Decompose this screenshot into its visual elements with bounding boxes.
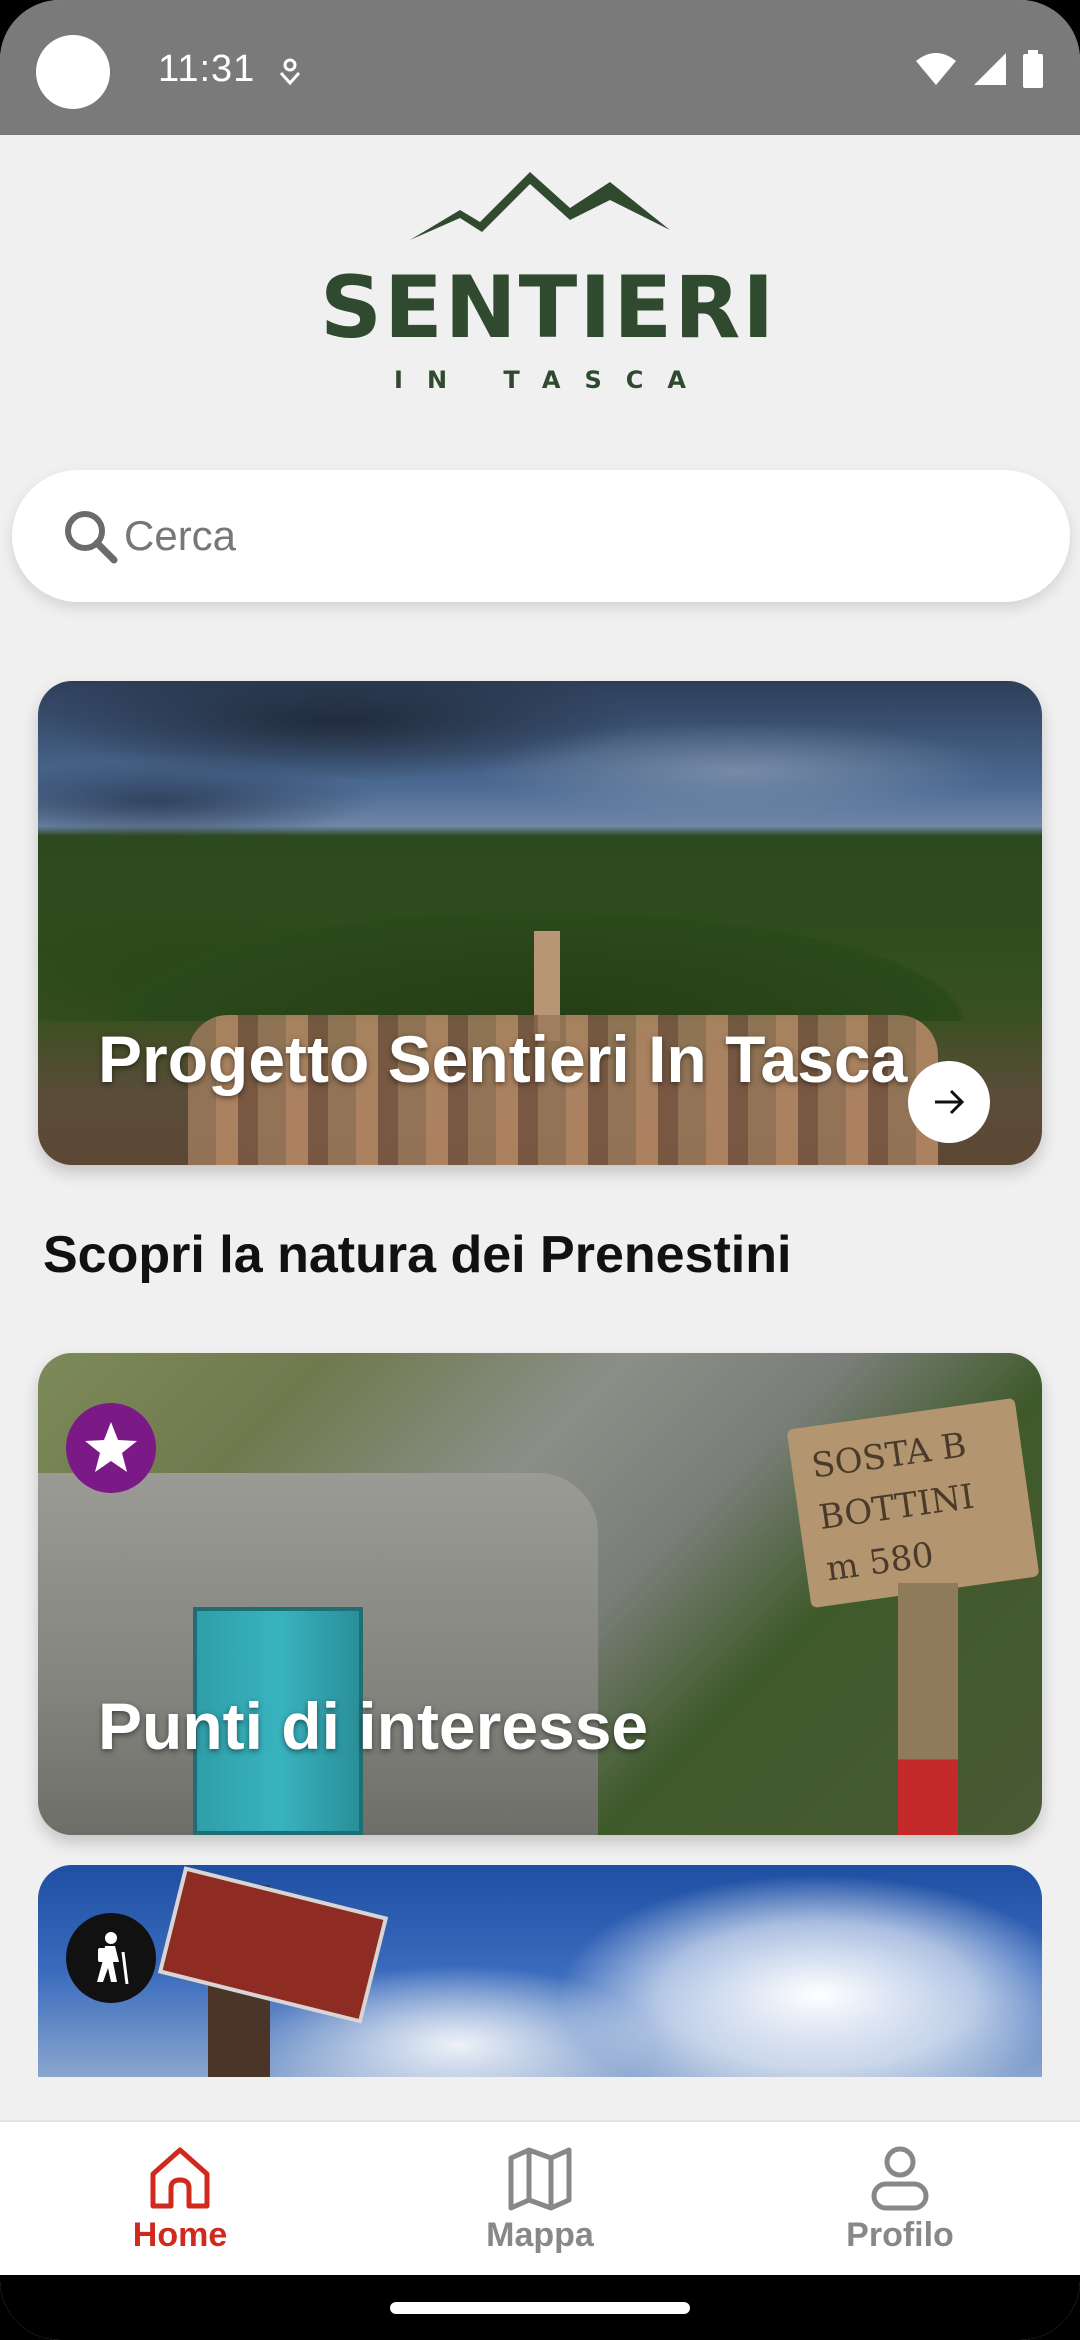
hiker-badge xyxy=(66,1913,156,2003)
hiker-icon xyxy=(97,1932,129,1985)
home-gesture-bar[interactable] xyxy=(390,2302,690,2314)
nav-profile[interactable]: Profilo xyxy=(720,2122,1080,2275)
nav-home-label: Home xyxy=(132,2216,228,2254)
nav-map-label: Mappa xyxy=(486,2216,594,2254)
mountains-logo-icon xyxy=(410,172,670,240)
app-logo: SENTIERI IN TASCA xyxy=(320,170,777,400)
project-card[interactable]: Progetto Sentieri In Tasca xyxy=(38,681,1042,1165)
home-icon xyxy=(150,2147,210,2209)
wooden-sign: SOSTA B BOTTINI m 580 xyxy=(786,1397,1040,1609)
logo-subtitle: IN TASCA xyxy=(394,366,710,394)
project-card-title: Progetto Sentieri In Tasca xyxy=(98,1022,908,1096)
map-icon xyxy=(508,2147,572,2211)
search-icon xyxy=(65,511,118,564)
nav-map[interactable]: Mappa xyxy=(360,2122,720,2275)
star-icon xyxy=(85,1422,137,1472)
app-screen: 11:31 SENTIERI IN TASCA Cerca Progetto S… xyxy=(0,0,1080,2340)
wifi-icon xyxy=(916,53,956,85)
search-input[interactable] xyxy=(124,512,1024,560)
nav-profile-label: Profilo xyxy=(846,2216,954,2254)
status-bar: 11:31 xyxy=(0,0,1080,135)
sign-post xyxy=(898,1583,958,1835)
battery-icon xyxy=(1023,50,1043,88)
star-badge xyxy=(66,1403,156,1493)
camera-cutout xyxy=(36,35,110,109)
logo-wordmark: SENTIERI xyxy=(320,258,777,358)
section-title: Scopri la natura dei Prenestini xyxy=(43,1226,792,1284)
sky-clouds xyxy=(38,681,1042,841)
profile-icon xyxy=(871,2146,929,2211)
bottom-navigation: Home Mappa Profilo xyxy=(0,2120,1080,2275)
status-time: 11:31 xyxy=(158,48,256,90)
trails-card[interactable] xyxy=(38,1865,1042,2077)
arrow-right-icon xyxy=(935,1089,965,1115)
location-icon xyxy=(279,58,301,86)
signal-icon xyxy=(974,53,1006,85)
nav-home[interactable]: Home xyxy=(0,2122,360,2275)
arrow-right-button[interactable] xyxy=(908,1061,990,1143)
points-of-interest-card[interactable]: SOSTA B BOTTINI m 580 Punti di interesse xyxy=(38,1353,1042,1835)
search-bar[interactable] xyxy=(12,470,1070,602)
poi-card-title: Punti di interesse xyxy=(98,1689,649,1763)
